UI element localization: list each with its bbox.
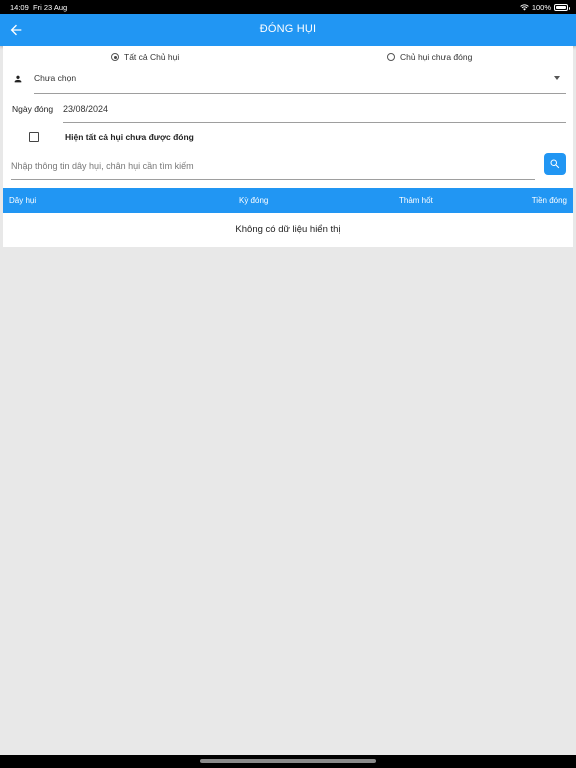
search-input[interactable] [11, 152, 535, 178]
status-right: 100% [520, 3, 570, 12]
status-date: Fri 23 Aug [33, 3, 68, 12]
home-indicator-bar [0, 755, 576, 768]
app-bar: ĐÓNG HỤI [0, 14, 576, 46]
person-icon [14, 75, 22, 83]
column-header-ky-dong: Kỳ đóng [239, 196, 269, 205]
owner-select-underline [34, 93, 566, 94]
column-header-day-hui: Dây hụi [9, 196, 37, 205]
search-row [11, 152, 566, 180]
home-indicator[interactable] [200, 759, 376, 763]
battery-icon [554, 4, 570, 11]
show-all-checkbox-label: Hiện tất cả hụi chưa được đóng [65, 132, 194, 142]
search-button[interactable] [544, 153, 566, 175]
wifi-icon [520, 4, 529, 11]
table-header: Dây hụi Kỳ đóng Thảm hốt Tiền đóng [3, 188, 573, 213]
status-bar: 14:09 Fri 23 Aug 100% [0, 0, 576, 14]
radio-all-owners-label: Tất cả Chủ hụi [124, 52, 180, 62]
search-underline [11, 179, 535, 180]
owner-select-value: Chưa chọn [34, 73, 77, 83]
search-icon [550, 159, 560, 169]
date-field: Ngày đóng 23/08/2024 [11, 101, 566, 123]
radio-circle[interactable] [387, 53, 395, 61]
radio-unpaid-owners-label: Chủ hụi chưa đóng [400, 52, 473, 62]
date-label: Ngày đóng [12, 104, 54, 114]
column-header-tham-hot: Thảm hốt [399, 196, 433, 205]
radio-circle[interactable] [111, 53, 119, 61]
radio-unpaid-owners[interactable]: Chủ hụi chưa đóng [387, 52, 472, 62]
date-underline [63, 122, 566, 123]
show-all-checkbox-row[interactable]: Hiện tất cả hụi chưa được đóng [29, 132, 194, 142]
filter-form: Tất cả Chủ hụi Chủ hụi chưa đóng Chưa ch… [3, 46, 573, 188]
table-empty-state: Không có dữ liệu hiển thị [3, 213, 573, 247]
radio-all-owners[interactable]: Tất cả Chủ hụi [111, 52, 179, 62]
status-time: 14:09 [10, 3, 29, 12]
date-input[interactable]: 23/08/2024 [63, 104, 108, 114]
payments-table: Dây hụi Kỳ đóng Thảm hốt Tiền đóng Không… [3, 188, 573, 247]
column-header-tien-dong: Tiền đóng [531, 196, 567, 205]
owner-select[interactable]: Chưa chọn [11, 70, 566, 94]
dropdown-arrow-icon[interactable] [554, 76, 560, 80]
page-title: ĐÓNG HỤI [259, 23, 317, 35]
empty-message: Không có dữ liệu hiển thị [235, 224, 341, 235]
battery-percent: 100% [531, 3, 551, 12]
show-all-checkbox[interactable] [29, 132, 39, 142]
